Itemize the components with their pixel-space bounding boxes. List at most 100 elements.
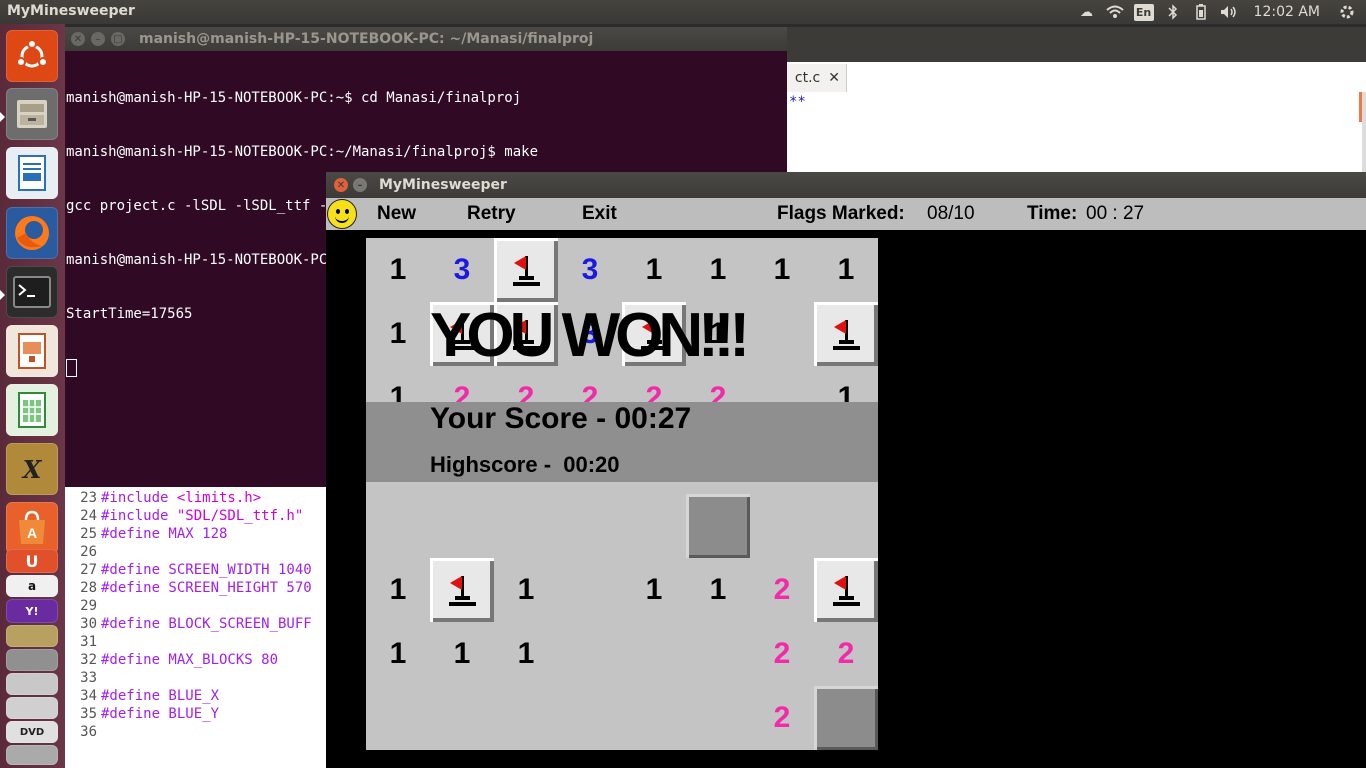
software-center-icon[interactable]: A bbox=[6, 502, 58, 554]
your-score-text: Your Score - 00:27 bbox=[430, 402, 692, 435]
flag-icon bbox=[509, 252, 543, 288]
libreoffice-writer-icon[interactable] bbox=[6, 147, 58, 199]
number-cell[interactable]: 1 bbox=[686, 238, 750, 302]
minimize-icon[interactable]: – bbox=[353, 178, 367, 192]
dvd-icon[interactable]: DVD bbox=[6, 721, 58, 743]
clock[interactable]: 12:02 AM bbox=[1254, 4, 1320, 20]
terminal-titlebar: ✕ – □ manish@manish-HP-15-NOTEBOOK-PC: ~… bbox=[65, 27, 787, 51]
files-icon[interactable] bbox=[6, 88, 58, 140]
maximize-icon[interactable]: □ bbox=[111, 32, 125, 46]
editor-tab-label: ct.c bbox=[794, 70, 821, 86]
running-indicator bbox=[0, 290, 5, 300]
battery-icon[interactable] bbox=[1192, 4, 1210, 20]
wifi-icon[interactable] bbox=[1105, 4, 1124, 20]
flag-icon bbox=[829, 572, 863, 608]
bluetooth-icon[interactable] bbox=[1164, 4, 1182, 20]
yahoo-mail-icon[interactable]: Y! bbox=[6, 599, 58, 623]
number-cell[interactable]: 1 bbox=[366, 558, 430, 622]
trash-icon[interactable] bbox=[6, 745, 58, 765]
editor-tab[interactable]: ct.c ✕ bbox=[787, 64, 847, 92]
close-icon[interactable]: ✕ bbox=[71, 32, 85, 46]
number-cell[interactable]: 1 bbox=[494, 622, 558, 686]
minesweeper-window: ✕ – MyMinesweeper New Retry Exit Flags M… bbox=[326, 172, 1366, 768]
exit-button[interactable]: Exit bbox=[582, 203, 617, 225]
libreoffice-calc-icon[interactable] bbox=[6, 384, 58, 436]
number-cell[interactable]: 1 bbox=[622, 558, 686, 622]
code-line: 31 bbox=[80, 634, 97, 650]
editor-scrollbar[interactable] bbox=[1362, 92, 1366, 172]
drive-icon[interactable] bbox=[6, 673, 58, 695]
number-cell[interactable]: 1 bbox=[750, 238, 814, 302]
code-line: 23 #include <limits.h> bbox=[80, 490, 262, 506]
covered-cell[interactable] bbox=[814, 686, 878, 750]
number-cell[interactable]: 1 bbox=[366, 302, 430, 366]
number-cell[interactable]: 1 bbox=[622, 238, 686, 302]
flagged-cell[interactable] bbox=[494, 238, 558, 302]
ubuntu-one-icon[interactable]: U bbox=[6, 549, 58, 573]
number-cell[interactable]: 1 bbox=[814, 238, 878, 302]
code-line: 28 #define SCREEN_HEIGHT 570 bbox=[80, 580, 312, 596]
code-line: 24 #include "SDL/SDL_ttf.h" bbox=[80, 508, 304, 524]
code-line: 27 #define SCREEN_WIDTH 1040 bbox=[80, 562, 312, 578]
terminal-line: manish@manish-HP-15-NOTEBOOK-PC:~$ cd Ma… bbox=[66, 90, 522, 106]
keyboard-language-indicator[interactable]: En bbox=[1133, 3, 1154, 21]
number-cell[interactable]: 1 bbox=[430, 622, 494, 686]
terminal-icon[interactable] bbox=[6, 266, 58, 318]
archive-icon[interactable] bbox=[6, 625, 58, 647]
number-cell[interactable]: 1 bbox=[366, 622, 430, 686]
amazon-icon[interactable]: a bbox=[6, 575, 58, 597]
optical-drive-icon[interactable] bbox=[6, 697, 58, 719]
minimize-icon[interactable]: – bbox=[91, 32, 105, 46]
new-button[interactable]: New bbox=[377, 203, 416, 225]
retry-button[interactable]: Retry bbox=[467, 203, 516, 225]
terminal-title: manish@manish-HP-15-NOTEBOOK-PC: ~/Manas… bbox=[139, 31, 594, 47]
xfig-icon[interactable]: X bbox=[6, 443, 58, 495]
time-value: 00 : 27 bbox=[1086, 203, 1145, 224]
smiley-face-icon[interactable] bbox=[327, 199, 357, 229]
highscore-text: Highscore - 00:20 bbox=[430, 452, 620, 477]
code-line: 36 bbox=[80, 724, 97, 740]
system-tray: ☁ En 12:02 AM bbox=[1078, 0, 1366, 24]
minesweeper-titlebar: ✕ – MyMinesweeper bbox=[326, 172, 1366, 198]
number-cell[interactable]: 2 bbox=[814, 622, 878, 686]
minesweeper-board[interactable]: 1331111131122222111112111222 YOU WON!!! … bbox=[366, 238, 878, 750]
code-line: 26 bbox=[80, 544, 97, 560]
ubuntu-dash-icon[interactable] bbox=[6, 30, 58, 82]
number-cell[interactable]: 3 bbox=[430, 238, 494, 302]
scanner-icon[interactable] bbox=[6, 649, 58, 671]
code-editor[interactable]: 23 #include <limits.h> 24 #include "SDL/SD… bbox=[65, 487, 327, 768]
flag-icon bbox=[445, 572, 479, 608]
close-icon[interactable]: ✕ bbox=[828, 70, 840, 86]
number-cell[interactable]: 3 bbox=[558, 238, 622, 302]
running-indicator bbox=[0, 112, 5, 122]
number-cell[interactable]: 1 bbox=[686, 558, 750, 622]
top-panel: MyMinesweeper ☁ En 12:02 AM bbox=[0, 0, 1366, 24]
code-line: 33 bbox=[80, 670, 97, 686]
editor-window-top bbox=[787, 62, 1366, 172]
number-cell[interactable]: 1 bbox=[366, 238, 430, 302]
number-cell[interactable]: 2 bbox=[750, 558, 814, 622]
editor-comment-fragment: ** bbox=[789, 94, 806, 110]
svg-text:A: A bbox=[27, 525, 37, 541]
number-cell[interactable]: 2 bbox=[750, 686, 814, 750]
number-cell[interactable]: 1 bbox=[494, 558, 558, 622]
code-line: 25 #define MAX 128 bbox=[80, 526, 228, 542]
number-cell[interactable]: 2 bbox=[750, 622, 814, 686]
flagged-cell[interactable] bbox=[430, 558, 494, 622]
flags-marked-label: Flags Marked: bbox=[777, 203, 905, 224]
power-gear-icon[interactable] bbox=[1338, 4, 1356, 20]
terminal-line: manish@manish-HP-15-NOTEBOOK-PC:~/Manasi… bbox=[66, 144, 539, 160]
covered-cell[interactable] bbox=[686, 494, 750, 558]
flags-marked-value: 08/10 bbox=[927, 203, 975, 224]
launcher: X A U a Y! DVD bbox=[0, 24, 65, 768]
flagged-cell[interactable] bbox=[814, 558, 878, 622]
code-line: 32 #define MAX_BLOCKS 80 bbox=[80, 652, 279, 668]
cloud-icon[interactable]: ☁ bbox=[1078, 4, 1096, 20]
code-line: 29 bbox=[80, 598, 97, 614]
volume-icon[interactable] bbox=[1220, 4, 1238, 20]
firefox-icon[interactable] bbox=[6, 207, 58, 259]
libreoffice-impress-icon[interactable] bbox=[6, 325, 58, 377]
close-icon[interactable]: ✕ bbox=[334, 178, 348, 192]
active-app-title: MyMinesweeper bbox=[7, 3, 135, 19]
editor-window-toolbar bbox=[787, 27, 1366, 62]
